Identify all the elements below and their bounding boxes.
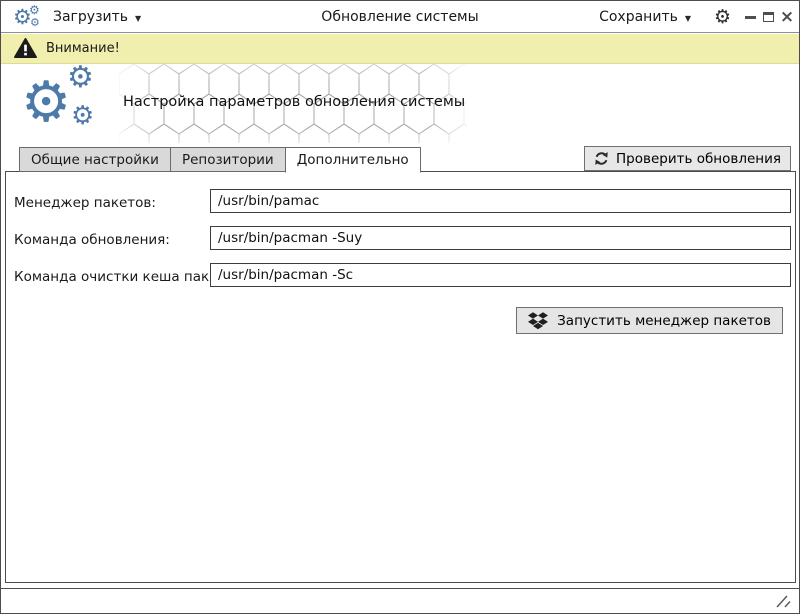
gear-icon: ⚙ [71,101,95,131]
gear-icon: ⚙ [29,3,40,17]
cache-clean-command-input[interactable] [210,263,791,287]
load-menu-label: Загрузить [53,9,129,25]
load-menu-button[interactable]: Загрузить ▼ [53,1,141,33]
run-package-manager-button[interactable]: Запустить менеджер пакетов [516,307,783,334]
package-manager-input[interactable] [210,189,791,213]
warning-banner: Внимание! [1,34,799,64]
refresh-icon [595,152,608,165]
run-package-manager-label: Запустить менеджер пакетов [557,312,771,329]
gear-icon: ⚙ [30,16,40,29]
additional-tab-panel: Менеджер пакетов: Команда обновления: Ко… [5,171,796,583]
check-updates-button[interactable]: Проверить обновления [584,146,791,171]
gear-icon: ⚙ [67,60,94,95]
tab-bar: Общие настройки Репозитории Дополнительн… [19,147,421,173]
close-icon: × [779,7,795,27]
gear-icon: ⚙ [713,6,731,28]
update-command-label: Команда обновления: [14,232,170,248]
status-bar [1,588,799,613]
title-bar: ⚙ ⚙ ⚙ Загрузить ▼ Обновление системы Сох… [1,1,799,33]
tab-label: Дополнительно [296,152,409,168]
app-logo-gears: ⚙ ⚙ ⚙ [21,63,113,143]
tab-label: Репозитории [181,151,274,168]
tab-additional[interactable]: Дополнительно [284,147,421,173]
tab-repositories[interactable]: Репозитории [169,147,285,172]
maximize-button[interactable] [759,1,777,33]
warning-text: Внимание! [46,41,120,56]
minimize-button[interactable] [741,1,759,33]
update-command-input[interactable] [210,226,791,250]
resize-grip-icon[interactable] [776,595,792,608]
page-title: Настройка параметров обновления системы [123,94,466,110]
save-menu-label: Сохранить [599,9,678,25]
chevron-down-icon: ▼ [684,13,691,23]
app-window: ⚙ ⚙ ⚙ Загрузить ▼ Обновление системы Сох… [0,0,800,614]
tab-general-settings[interactable]: Общие настройки [19,147,170,172]
gear-icon: ⚙ [21,70,72,135]
settings-gear-button[interactable]: ⚙ [714,1,731,33]
tab-label: Общие настройки [31,151,159,168]
maximize-icon [762,12,774,22]
package-manager-box-icon [528,311,549,329]
minimize-icon [744,15,756,19]
package-manager-label: Менеджер пакетов: [14,195,156,211]
save-menu-button[interactable]: Сохранить ▼ [599,1,691,33]
app-gears-icon: ⚙ ⚙ ⚙ [13,3,43,31]
check-updates-label: Проверить обновления [616,150,781,167]
close-button[interactable]: × [778,1,796,33]
warning-triangle-icon [14,38,37,59]
chevron-down-icon: ▼ [135,13,142,23]
